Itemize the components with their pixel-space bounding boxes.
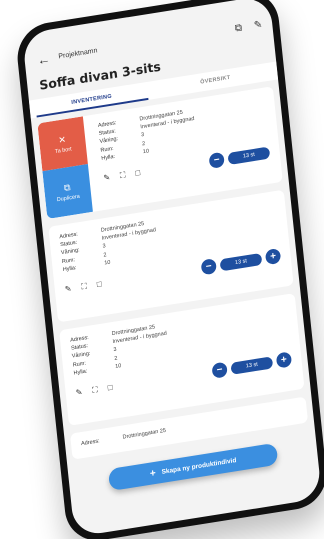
pencil-icon[interactable]: ✎ (64, 284, 72, 295)
shelf-value: 10 (142, 148, 150, 156)
scan-icon[interactable]: ⛶ (119, 170, 126, 181)
top-actions: ⧉ ✎ (234, 19, 262, 34)
comment-icon[interactable]: □ (135, 167, 141, 178)
shelf-value: 10 (104, 259, 111, 267)
remove-button[interactable]: ✕ Ta bort (37, 116, 88, 172)
pencil-icon[interactable]: ✎ (253, 19, 262, 31)
duplicate-button[interactable]: ⧉ Duplicera (42, 164, 93, 220)
phone-frame: ← Projektnamn ⧉ ✎ Soffa divan 3-sits INV… (14, 0, 324, 539)
decrement-button[interactable]: − (200, 258, 217, 276)
decrement-button[interactable]: − (208, 151, 225, 169)
close-icon: ✕ (57, 133, 67, 145)
address-label: Adress: (80, 438, 100, 448)
remove-label: Ta bort (54, 145, 72, 155)
quantity-stepper: − 13 st + (200, 247, 282, 276)
quantity-value[interactable]: 13 st (219, 252, 263, 271)
scan-icon[interactable]: ⛶ (92, 385, 99, 396)
decrement-button[interactable]: − (211, 361, 228, 379)
comment-icon[interactable]: □ (107, 382, 113, 393)
plus-icon: + (149, 467, 157, 480)
app-screen: ← Projektnamn ⧉ ✎ Soffa divan 3-sits INV… (21, 0, 323, 538)
pencil-icon[interactable]: ✎ (75, 387, 83, 398)
arrow-left-icon[interactable]: ← (34, 50, 53, 68)
copy-icon[interactable]: ⧉ (234, 22, 242, 34)
swipe-actions: ✕ Ta bort ⧉ Duplicera (37, 116, 93, 220)
pencil-icon[interactable]: ✎ (103, 172, 111, 183)
card-tools: ✎ ⛶ □ (103, 157, 210, 184)
create-item-label: Skapa ny produktindivid (161, 456, 237, 476)
quantity-value[interactable]: 13 st (227, 146, 271, 165)
item-list: ✕ Ta bort ⧉ Duplicera Adress: Drottningga… (31, 79, 314, 460)
copy-icon: ⧉ (63, 181, 71, 193)
quantity-value[interactable]: 13 st (230, 355, 274, 375)
stage: ← Projektnamn ⧉ ✎ Soffa divan 3-sits INV… (0, 0, 324, 539)
scan-icon[interactable]: ⛶ (81, 281, 88, 292)
increment-button[interactable]: + (275, 351, 293, 369)
quantity-stepper: − 13 st (208, 145, 271, 169)
shelf-value: 10 (114, 362, 122, 370)
increment-button[interactable]: + (264, 247, 282, 266)
address-value: Drottninggatan 25 (122, 427, 167, 441)
comment-icon[interactable]: □ (96, 279, 102, 290)
quantity-stepper: − 13 st + (211, 351, 293, 379)
duplicate-label: Duplicera (56, 193, 81, 203)
